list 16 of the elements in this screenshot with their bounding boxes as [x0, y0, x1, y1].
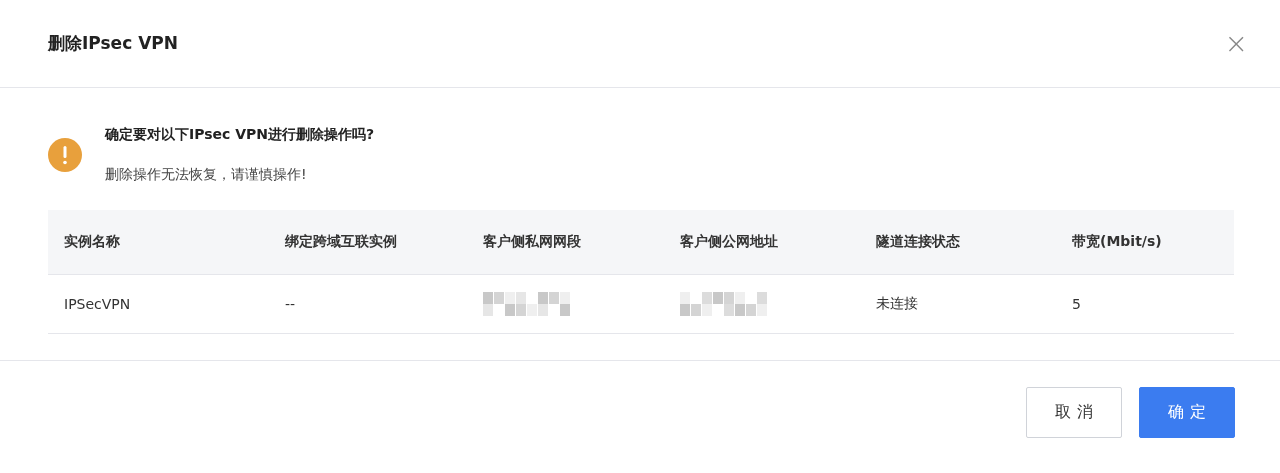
column-header: 隧道连接状态 [860, 210, 1056, 275]
warning-message: 删除操作无法恢复，请谨慎操作! [105, 166, 308, 184]
table-cell: -- [285, 296, 296, 312]
table-cell: 未连接 [876, 295, 918, 311]
cancel-button[interactable]: 取 消 [1026, 387, 1122, 438]
table-cell: IPSecVPN [64, 296, 131, 312]
dialog-title: 删除IPsec VPN [48, 32, 178, 55]
column-header: 实例名称 [48, 210, 269, 275]
warning-heading: 确定要对以下IPsec VPN进行删除操作吗? [105, 126, 375, 144]
column-header: 带宽(Mbit/s) [1056, 210, 1234, 275]
table-cell: 5 [1072, 296, 1081, 312]
confirm-button[interactable]: 确 定 [1139, 387, 1235, 438]
close-button[interactable]: × [1220, 27, 1252, 60]
column-header: 客户侧私网网段 [467, 210, 664, 275]
column-header: 绑定跨域互联实例 [269, 210, 467, 275]
column-header: 客户侧公网地址 [664, 210, 860, 275]
